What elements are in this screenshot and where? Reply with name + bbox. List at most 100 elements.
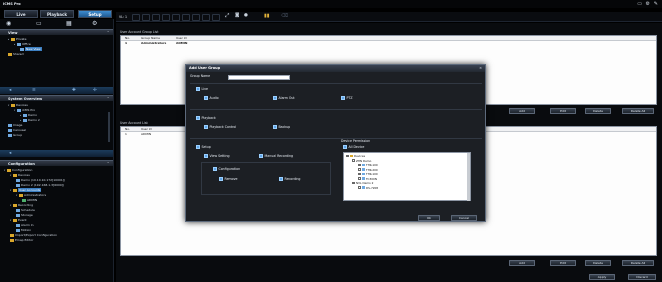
user-delete-all-button[interactable]: Delete All <box>622 260 654 266</box>
tree-item[interactable]: Devices <box>346 154 365 158</box>
layout-10-icon[interactable] <box>182 13 190 21</box>
table-cell[interactable]: 1 <box>125 41 127 46</box>
close-icon[interactable]: × <box>479 65 482 72</box>
tree-item[interactable]: Shared <box>8 52 24 57</box>
table-cell[interactable]: ADMIN <box>141 132 151 137</box>
tree-item[interactable]: Group <box>8 133 22 138</box>
tree-item[interactable]: ▸ Office <box>14 42 31 47</box>
collapse-icon[interactable]: ˄ <box>107 96 109 102</box>
tree-item[interactable]: ▸ Demo <box>20 113 37 118</box>
tree-item[interactable]: ▾ Configuration <box>4 168 32 173</box>
settings-icon[interactable]: ⚙ <box>92 20 97 28</box>
tree-item[interactable]: ▾ Event <box>10 218 27 223</box>
list-icon[interactable]: ≡ <box>32 88 36 93</box>
tree-item[interactable]: ▾ Administrators <box>16 193 46 198</box>
tree-item[interactable]: Carousel <box>8 128 26 133</box>
ptz-checkbox[interactable]: PTZ <box>341 96 353 101</box>
tab-live[interactable]: Live <box>4 10 38 18</box>
all-device-checkbox[interactable]: All Device <box>343 145 364 150</box>
add-icon[interactable]: ✚ <box>72 88 76 93</box>
tab-setup[interactable]: Setup <box>78 10 112 18</box>
tree-item[interactable]: ▸ Private <box>8 37 26 42</box>
tree-item[interactable]: ▾ User Accounts <box>10 188 42 193</box>
layout-custom-icon[interactable] <box>212 13 220 21</box>
tab-playback[interactable]: Playback <box>40 10 74 18</box>
playback-checkbox[interactable]: Playback <box>196 116 216 121</box>
pin-icon[interactable]: ✎ <box>654 1 658 7</box>
ok-button[interactable]: Ok <box>418 215 440 221</box>
grid-icon[interactable]: ▦ <box>66 20 72 28</box>
group-add-button[interactable]: Add <box>509 108 535 114</box>
eye-icon[interactable]: ◉ <box>6 20 11 28</box>
scrollbar[interactable] <box>467 153 470 201</box>
table-cell[interactable]: 1 <box>125 132 127 137</box>
arrow-icon[interactable]: ◂ <box>9 88 11 93</box>
table-cell[interactable]: ADMIN <box>176 41 187 46</box>
group-name-input[interactable] <box>228 74 290 80</box>
backup-checkbox[interactable]: Backup <box>273 125 290 130</box>
tree-item[interactable]: ▾ Recording <box>10 203 33 208</box>
layout-1-icon[interactable] <box>132 13 140 21</box>
group-delete-button[interactable]: Delete <box>585 108 611 114</box>
discard-button[interactable]: Discard <box>628 274 656 280</box>
group-edit-button[interactable]: Edit <box>550 108 576 114</box>
monitor-icon[interactable]: ▭ <box>36 20 42 28</box>
group-delete-all-button[interactable]: Delete All <box>622 108 654 114</box>
ptz-icon[interactable]: ✢ <box>93 88 97 93</box>
bars-icon[interactable]: ▮▮ <box>264 13 270 19</box>
tree-item[interactable]: NVL Demo 2 <box>352 181 373 185</box>
tree-item[interactable]: THK-100 <box>358 163 378 167</box>
tree-item[interactable]: Motion <box>16 228 31 233</box>
camera-icon[interactable]: ◙ <box>235 13 239 18</box>
layout-6-icon[interactable] <box>152 13 160 21</box>
tree-item[interactable]: ▾ Devices <box>10 173 30 178</box>
arrow-icon[interactable]: ◂ <box>9 151 11 156</box>
user-delete-button[interactable]: Delete <box>585 260 611 266</box>
remove-checkbox[interactable]: Remove <box>219 177 237 182</box>
layout-4-icon[interactable] <box>142 13 150 21</box>
playback-control-checkbox[interactable]: Playback Control <box>204 125 236 130</box>
tree-item[interactable]: THK-100 <box>358 172 378 176</box>
configuration-checkbox[interactable]: Configuration <box>213 167 240 172</box>
table-cell[interactable]: Administrators <box>141 41 166 46</box>
system-overview-header[interactable]: System Overview ˄ <box>0 95 113 101</box>
manual-recording-checkbox[interactable]: Manual Recording <box>259 154 293 159</box>
layout-9-icon[interactable] <box>172 13 180 21</box>
gear-icon[interactable]: ⚙ <box>646 1 650 7</box>
tree-item[interactable]: ADMIN <box>22 198 37 203</box>
collapse-icon[interactable]: ˄ <box>107 30 109 36</box>
tree-item[interactable]: THK-200 <box>358 168 378 172</box>
tree-item[interactable]: Demo (10.10.10.172[10001]) <box>16 178 65 183</box>
eraser-icon[interactable]: ⌫ <box>281 13 288 19</box>
scrollbar[interactable] <box>108 112 110 142</box>
tree-item[interactable]: Alarm In <box>16 223 34 228</box>
configuration-header[interactable]: Configuration ˄ <box>0 160 113 166</box>
tree-item[interactable]: Emap Editor <box>10 238 33 243</box>
tree-item[interactable]: ZHN Demo <box>352 159 371 163</box>
layout-13-icon[interactable] <box>192 13 200 21</box>
layout-16-icon[interactable] <box>202 13 210 21</box>
view-setting-checkbox[interactable]: View Setting <box>204 154 230 159</box>
audio-checkbox[interactable]: Audio <box>204 96 219 101</box>
alarm-out-checkbox[interactable]: Alarm Out <box>273 96 295 101</box>
collapse-icon[interactable]: ˄ <box>107 161 109 167</box>
view-section-header[interactable]: View ˄ <box>0 29 113 35</box>
tree-item[interactable]: Image <box>8 123 22 128</box>
device-tree[interactable]: Devices ZHN Demo THK-100 THK-200 THK-100… <box>343 152 471 201</box>
screen-icon[interactable]: ▭ <box>637 1 642 7</box>
setup-checkbox[interactable]: Setup <box>196 145 211 150</box>
tree-item[interactable]: DS-7208 <box>358 186 378 190</box>
layout-8-icon[interactable] <box>162 13 170 21</box>
fullscreen-icon[interactable]: ⤢ <box>225 13 229 20</box>
user-add-button[interactable]: Add <box>509 260 535 266</box>
tree-item[interactable]: TC300N <box>358 177 377 181</box>
tree-item[interactable]: ▸ Demo 2 <box>20 118 40 123</box>
recording-checkbox[interactable]: Recording <box>279 177 300 182</box>
tree-item[interactable]: ▾ Devices <box>8 103 28 108</box>
record-icon[interactable]: ● <box>244 13 248 18</box>
live-checkbox[interactable]: Live <box>196 87 208 92</box>
tree-item[interactable]: Import/Export Configuration <box>10 233 57 238</box>
user-edit-button[interactable]: Edit <box>550 260 576 266</box>
tree-item[interactable]: ▾ iCMS Pro <box>14 108 35 113</box>
tree-item[interactable]: New View <box>20 47 42 52</box>
